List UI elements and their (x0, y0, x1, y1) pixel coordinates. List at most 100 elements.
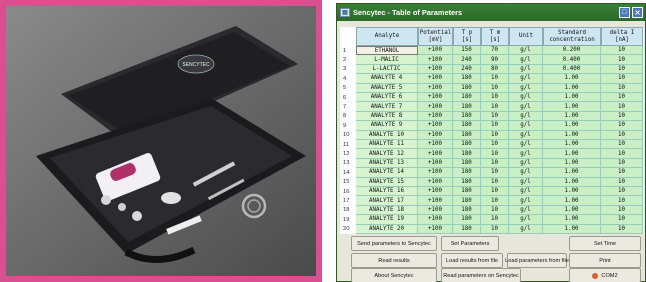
table-cell-tp[interactable]: 180 (453, 111, 481, 122)
table-cell-tm[interactable]: 10 (481, 111, 509, 122)
table-cell-tp[interactable]: 180 (453, 149, 481, 159)
table-cell-std[interactable]: 1.00 (543, 111, 601, 122)
load-results-button[interactable]: Load results from file (441, 253, 503, 268)
table-cell-analyte[interactable]: ANALYTE 5 (356, 83, 418, 93)
table-cell-std[interactable]: 0.400 (543, 55, 601, 65)
table-cell-tp[interactable]: 180 (453, 121, 481, 131)
table-cell-tm[interactable]: 10 (481, 168, 509, 178)
table-cell-tm[interactable]: 10 (481, 215, 509, 225)
table-cell-delta[interactable]: 10 (601, 46, 643, 56)
table-cell-delta[interactable]: 10 (601, 149, 643, 159)
table-cell-analyte[interactable]: ANALYTE 16 (356, 187, 418, 197)
table-cell-potential[interactable]: +100 (418, 121, 453, 131)
table-cell-std[interactable]: 1.00 (543, 196, 601, 206)
table-cell-std[interactable]: 1.00 (543, 93, 601, 103)
table-cell-tp[interactable]: 180 (453, 158, 481, 169)
table-cell-potential[interactable]: +100 (418, 64, 453, 75)
table-cell-delta[interactable]: 10 (601, 111, 643, 122)
table-cell-tm[interactable]: 10 (481, 83, 509, 93)
table-cell-analyte[interactable]: ANALYTE 7 (356, 102, 418, 112)
table-cell-potential[interactable]: +100 (418, 215, 453, 225)
table-cell-tp[interactable]: 180 (453, 224, 481, 234)
table-cell-unit[interactable]: g/l (509, 121, 543, 131)
table-cell-tm[interactable]: 10 (481, 102, 509, 112)
table-cell-tm[interactable]: 10 (481, 158, 509, 169)
table-cell-tp[interactable]: 180 (453, 74, 481, 84)
print-button[interactable]: Print (569, 253, 641, 268)
table-cell-tp[interactable]: 180 (453, 140, 481, 150)
table-cell-delta[interactable]: 10 (601, 205, 643, 216)
table-cell-tm[interactable]: 10 (481, 121, 509, 131)
table-cell-delta[interactable]: 10 (601, 196, 643, 206)
table-cell-std[interactable]: 1.00 (543, 130, 601, 140)
table-cell-analyte[interactable]: ANALYTE 4 (356, 74, 418, 84)
table-cell-tm[interactable]: 10 (481, 196, 509, 206)
set-parameters-button[interactable]: Set Parameters (441, 236, 499, 251)
table-cell-tm[interactable]: 10 (481, 140, 509, 150)
table-cell-std[interactable]: 1.00 (543, 224, 601, 234)
table-cell-std[interactable]: 1.00 (543, 158, 601, 169)
table-cell-analyte[interactable]: ANALYTE 14 (356, 168, 418, 178)
table-cell-tm[interactable]: 10 (481, 149, 509, 159)
table-cell-potential[interactable]: +100 (418, 46, 453, 56)
table-cell-std[interactable]: 1.00 (543, 215, 601, 225)
table-cell-tm[interactable]: 80 (481, 64, 509, 75)
send-parameters-button[interactable]: Send parameters to Sencytec (351, 236, 437, 251)
table-cell-delta[interactable]: 10 (601, 224, 643, 234)
table-cell-delta[interactable]: 10 (601, 158, 643, 169)
table-cell-tp[interactable]: 180 (453, 177, 481, 187)
about-button[interactable]: About Sencytec (351, 268, 437, 282)
table-cell-tm[interactable]: 10 (481, 93, 509, 103)
table-cell-unit[interactable]: g/l (509, 74, 543, 84)
table-cell-analyte[interactable]: ANALYTE 12 (356, 149, 418, 159)
table-cell-std[interactable]: 1.00 (543, 74, 601, 84)
table-cell-unit[interactable]: g/l (509, 187, 543, 197)
table-cell-analyte[interactable]: ETHANOL (356, 46, 418, 56)
table-cell-tp[interactable]: 180 (453, 187, 481, 197)
table-cell-unit[interactable]: g/l (509, 205, 543, 216)
table-cell-unit[interactable]: g/l (509, 55, 543, 65)
table-cell-analyte[interactable]: ANALYTE 9 (356, 121, 418, 131)
table-cell-tm[interactable]: 70 (481, 46, 509, 56)
table-cell-tp[interactable]: 150 (453, 46, 481, 56)
table-cell-unit[interactable]: g/l (509, 177, 543, 187)
table-cell-unit[interactable]: g/l (509, 46, 543, 56)
table-cell-tp[interactable]: 180 (453, 102, 481, 112)
table-cell-delta[interactable]: 10 (601, 140, 643, 150)
table-cell-tp[interactable]: 240 (453, 64, 481, 75)
table-cell-analyte[interactable]: ANALYTE 15 (356, 177, 418, 187)
table-cell-potential[interactable]: +100 (418, 130, 453, 140)
table-cell-analyte[interactable]: ANALYTE 10 (356, 130, 418, 140)
table-cell-tp[interactable]: 180 (453, 83, 481, 93)
table-cell-delta[interactable]: 10 (601, 102, 643, 112)
table-cell-tm[interactable]: 90 (481, 55, 509, 65)
read-parameters-button[interactable]: Read parameters on Sencytec (441, 268, 521, 282)
table-cell-analyte[interactable]: ANALYTE 8 (356, 111, 418, 122)
table-cell-unit[interactable]: g/l (509, 149, 543, 159)
table-cell-std[interactable]: 1.00 (543, 140, 601, 150)
table-cell-tm[interactable]: 10 (481, 224, 509, 234)
table-cell-std[interactable]: 1.00 (543, 168, 601, 178)
table-cell-unit[interactable]: g/l (509, 102, 543, 112)
table-cell-delta[interactable]: 10 (601, 187, 643, 197)
table-cell-delta[interactable]: 10 (601, 177, 643, 187)
table-cell-delta[interactable]: 10 (601, 130, 643, 140)
table-cell-tp[interactable]: 180 (453, 196, 481, 206)
table-cell-unit[interactable]: g/l (509, 83, 543, 93)
table-cell-unit[interactable]: g/l (509, 196, 543, 206)
table-cell-unit[interactable]: g/l (509, 111, 543, 122)
table-cell-unit[interactable]: g/l (509, 168, 543, 178)
table-cell-potential[interactable]: +100 (418, 74, 453, 84)
table-cell-analyte[interactable]: ANALYTE 20 (356, 224, 418, 234)
table-cell-potential[interactable]: +100 (418, 224, 453, 234)
table-cell-delta[interactable]: 10 (601, 168, 643, 178)
table-cell-potential[interactable]: +100 (418, 149, 453, 159)
table-cell-tm[interactable]: 10 (481, 177, 509, 187)
table-cell-tp[interactable]: 180 (453, 130, 481, 140)
table-cell-delta[interactable]: 10 (601, 215, 643, 225)
table-cell-potential[interactable]: +100 (418, 102, 453, 112)
table-cell-delta[interactable]: 10 (601, 64, 643, 75)
table-cell-tp[interactable]: 180 (453, 93, 481, 103)
table-cell-std[interactable]: 1.00 (543, 149, 601, 159)
table-cell-unit[interactable]: g/l (509, 215, 543, 225)
